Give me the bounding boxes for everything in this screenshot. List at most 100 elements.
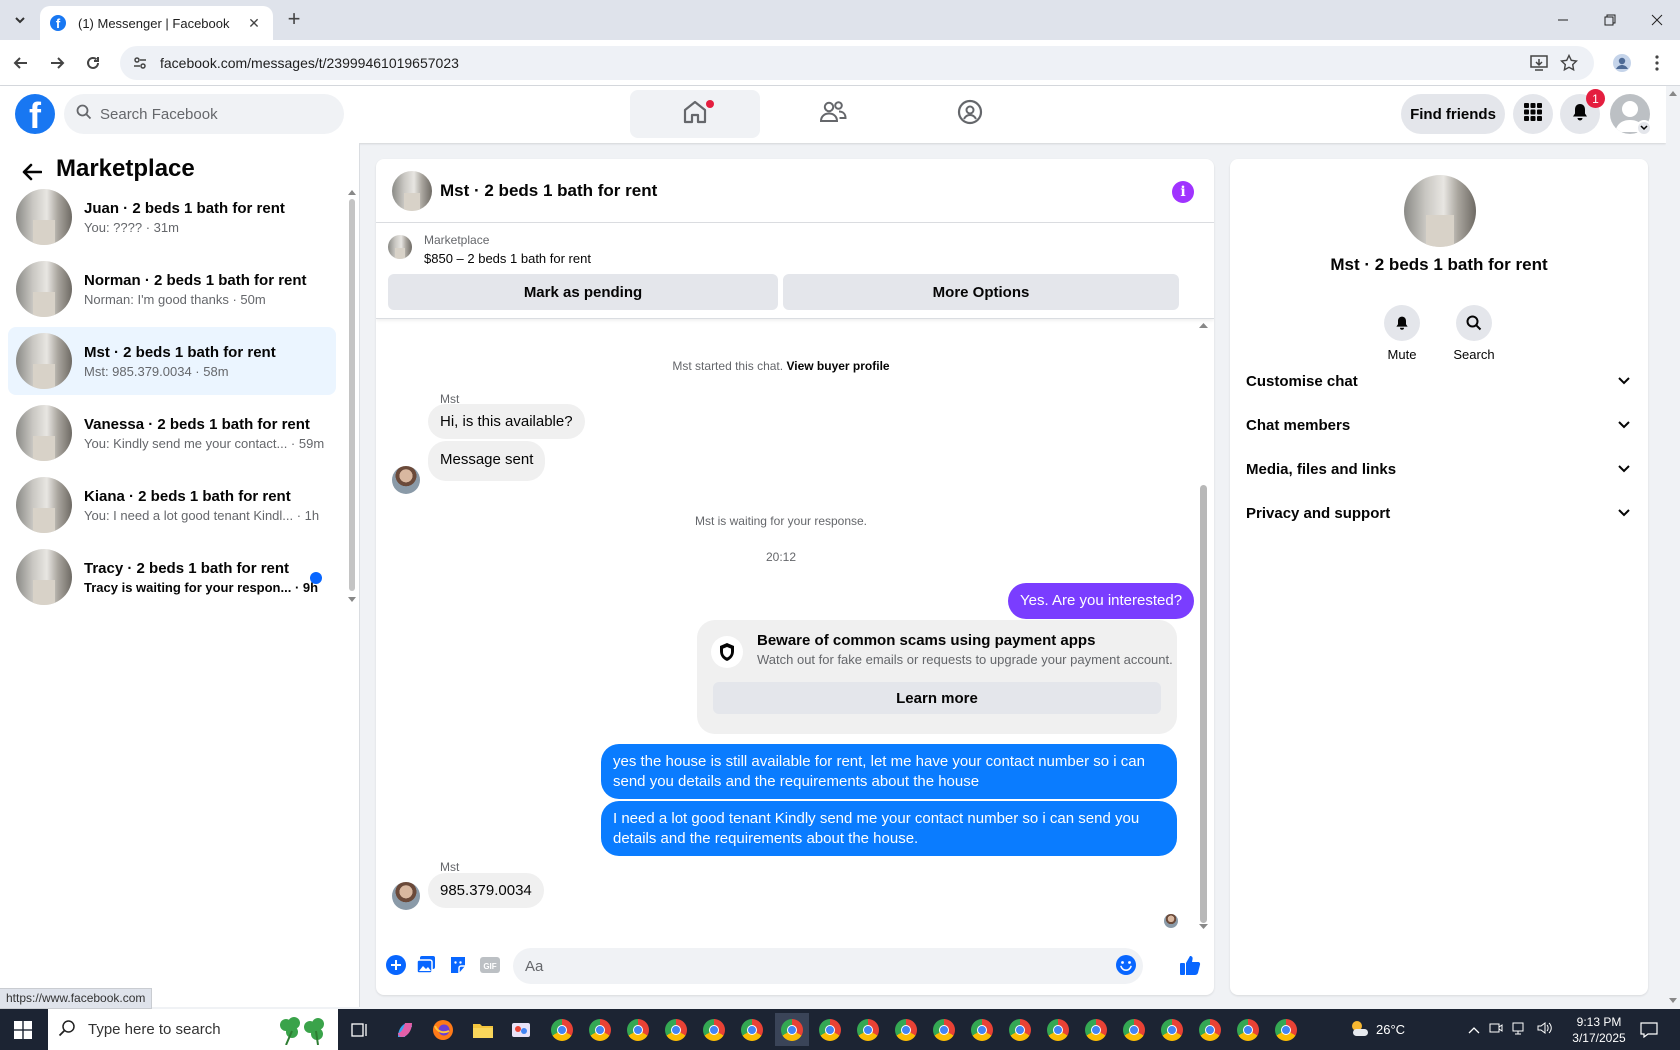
install-app-icon[interactable] <box>1526 50 1552 76</box>
close-tab-icon[interactable]: ✕ <box>245 15 263 32</box>
forward-button[interactable] <box>44 50 70 76</box>
privacy-support-section[interactable]: Privacy and support <box>1238 491 1640 535</box>
sender-avatar[interactable] <box>392 882 420 910</box>
conversation-item-vanessa[interactable]: Vanessa · 2 beds 1 bath for rent You: Ki… <box>8 399 336 467</box>
sidebar-scrollbar[interactable] <box>348 189 356 602</box>
chrome-window-icon[interactable] <box>1193 1013 1227 1046</box>
chrome-window-icon[interactable] <box>697 1013 731 1046</box>
chrome-window-icon[interactable] <box>775 1013 809 1046</box>
media-files-links-section[interactable]: Media, files and links <box>1238 447 1640 491</box>
page-scrollbar[interactable] <box>1666 86 1680 1009</box>
volume-icon[interactable] <box>1537 1021 1553 1038</box>
customise-chat-section[interactable]: Customise chat <box>1238 359 1640 403</box>
info-icon[interactable]: i <box>1172 181 1194 203</box>
message-input[interactable] <box>525 957 1085 975</box>
task-view-icon[interactable] <box>343 1013 377 1046</box>
browser-menu-icon[interactable] <box>1644 50 1670 76</box>
notification-center-icon[interactable] <box>1640 1009 1658 1050</box>
photo-icon[interactable] <box>414 953 438 977</box>
sender-avatar[interactable] <box>392 466 420 494</box>
sidebar-scroll-thumb[interactable] <box>349 199 355 591</box>
back-button[interactable] <box>8 50 34 76</box>
browser-tab[interactable]: f (1) Messenger | Facebook ✕ <box>40 6 273 40</box>
chrome-window-icon[interactable] <box>1041 1013 1075 1046</box>
like-thumbs-up-icon[interactable] <box>1178 953 1202 977</box>
taskbar-clock[interactable]: 9:13 PM 3/17/2025 <box>1566 1014 1632 1046</box>
tab-search-chevron-icon[interactable] <box>8 8 32 32</box>
conversation-item-mst[interactable]: Mst · 2 beds 1 bath for rent Mst: 985.37… <box>8 327 336 395</box>
sticker-icon[interactable] <box>446 953 470 977</box>
outgoing-message[interactable]: Yes. Are you interested? <box>1008 583 1195 619</box>
system-tray[interactable] <box>1468 1009 1553 1050</box>
chrome-window-icon[interactable] <box>1117 1013 1151 1046</box>
nav-home[interactable] <box>630 90 760 138</box>
restore-button[interactable] <box>1587 0 1633 40</box>
chevron-up-icon[interactable] <box>1468 1022 1480 1037</box>
gif-icon[interactable]: GIF <box>478 953 502 977</box>
chrome-window-icon[interactable] <box>1003 1013 1037 1046</box>
find-friends-button[interactable]: Find friends <box>1401 94 1505 134</box>
incoming-message[interactable]: Message sent <box>428 441 546 481</box>
conversation-item-kiana[interactable]: Kiana · 2 beds 1 bath for rent You: I ne… <box>8 471 336 539</box>
plus-circle-icon[interactable] <box>384 953 408 977</box>
close-window-button[interactable] <box>1634 0 1680 40</box>
chrome-window-icon[interactable] <box>621 1013 655 1046</box>
outgoing-message[interactable]: yes the house is still available for ren… <box>601 744 1177 799</box>
site-info-icon[interactable] <box>126 49 154 77</box>
chat-scrollbar[interactable] <box>1196 320 1210 932</box>
paint-app-icon[interactable] <box>504 1013 538 1046</box>
menu-grid-button[interactable] <box>1513 94 1553 134</box>
new-tab-button[interactable]: + <box>282 8 306 32</box>
chat-listing-thumbnail[interactable] <box>392 171 432 211</box>
bookmark-star-icon[interactable] <box>1556 50 1582 76</box>
back-arrow-icon[interactable] <box>18 158 46 186</box>
chrome-window-icon[interactable] <box>659 1013 693 1046</box>
learn-more-button[interactable]: Learn more <box>713 682 1161 714</box>
nav-friends[interactable] <box>768 90 898 138</box>
conversation-item-tracy[interactable]: Tracy · 2 beds 1 bath for rent Tracy is … <box>8 543 336 611</box>
chat-scroll-thumb[interactable] <box>1200 485 1207 923</box>
mute-button[interactable]: Mute <box>1372 305 1432 362</box>
listing-price[interactable]: $850 – 2 beds 1 bath for rent <box>424 251 591 266</box>
outgoing-message[interactable]: I need a lot good tenant Kindly send me … <box>601 801 1177 856</box>
meet-now-icon[interactable] <box>1489 1021 1503 1038</box>
account-chevron-icon[interactable] <box>1636 120 1652 136</box>
copilot-icon[interactable] <box>388 1013 422 1046</box>
chrome-window-icon[interactable] <box>1231 1013 1265 1046</box>
chrome-window-icon[interactable] <box>965 1013 999 1046</box>
chrome-window-icon[interactable] <box>889 1013 923 1046</box>
search-in-chat-button[interactable]: Search <box>1444 305 1504 362</box>
weather-widget[interactable]: 26°C <box>1348 1009 1405 1050</box>
incoming-message[interactable]: Hi, is this available? <box>428 404 585 439</box>
search-input[interactable] <box>100 105 320 123</box>
chrome-window-icon[interactable] <box>583 1013 617 1046</box>
taskbar-search[interactable]: Type here to search <box>48 1009 338 1050</box>
conversation-item-juan[interactable]: Juan · 2 beds 1 bath for rent You: ???? … <box>8 183 336 251</box>
minimize-button[interactable] <box>1540 0 1586 40</box>
chrome-window-icon[interactable] <box>1079 1013 1113 1046</box>
view-buyer-profile-link[interactable]: View buyer profile <box>786 359 889 373</box>
network-icon[interactable] <box>1512 1021 1528 1038</box>
emoji-icon[interactable] <box>1115 954 1137 981</box>
listing-large-thumbnail[interactable] <box>1404 175 1476 247</box>
chrome-window-icon[interactable] <box>813 1013 847 1046</box>
windows-start-icon[interactable] <box>0 1009 46 1050</box>
conversation-item-norman[interactable]: Norman · 2 beds 1 bath for rent Norman: … <box>8 255 336 323</box>
facebook-search[interactable] <box>64 94 344 134</box>
profile-icon[interactable] <box>1609 50 1635 76</box>
mark-as-pending-button[interactable]: Mark as pending <box>388 274 778 310</box>
nav-groups[interactable] <box>905 90 1035 138</box>
chrome-window-icon[interactable] <box>851 1013 885 1046</box>
chrome-window-icon[interactable] <box>545 1013 579 1046</box>
message-input-box[interactable] <box>513 948 1143 984</box>
chat-title[interactable]: Mst · 2 beds 1 bath for rent <box>440 181 657 201</box>
reload-button[interactable] <box>80 50 106 76</box>
chat-members-section[interactable]: Chat members <box>1238 403 1640 447</box>
facebook-logo-icon[interactable]: f <box>15 94 55 134</box>
address-bar[interactable]: facebook.com/messages/t/2399946101965702… <box>120 46 1594 80</box>
chrome-window-icon[interactable] <box>735 1013 769 1046</box>
file-explorer-icon[interactable] <box>466 1013 500 1046</box>
chrome-window-icon[interactable] <box>1155 1013 1189 1046</box>
incoming-message[interactable]: 985.379.0034 <box>428 873 544 908</box>
more-options-button[interactable]: More Options <box>783 274 1179 310</box>
